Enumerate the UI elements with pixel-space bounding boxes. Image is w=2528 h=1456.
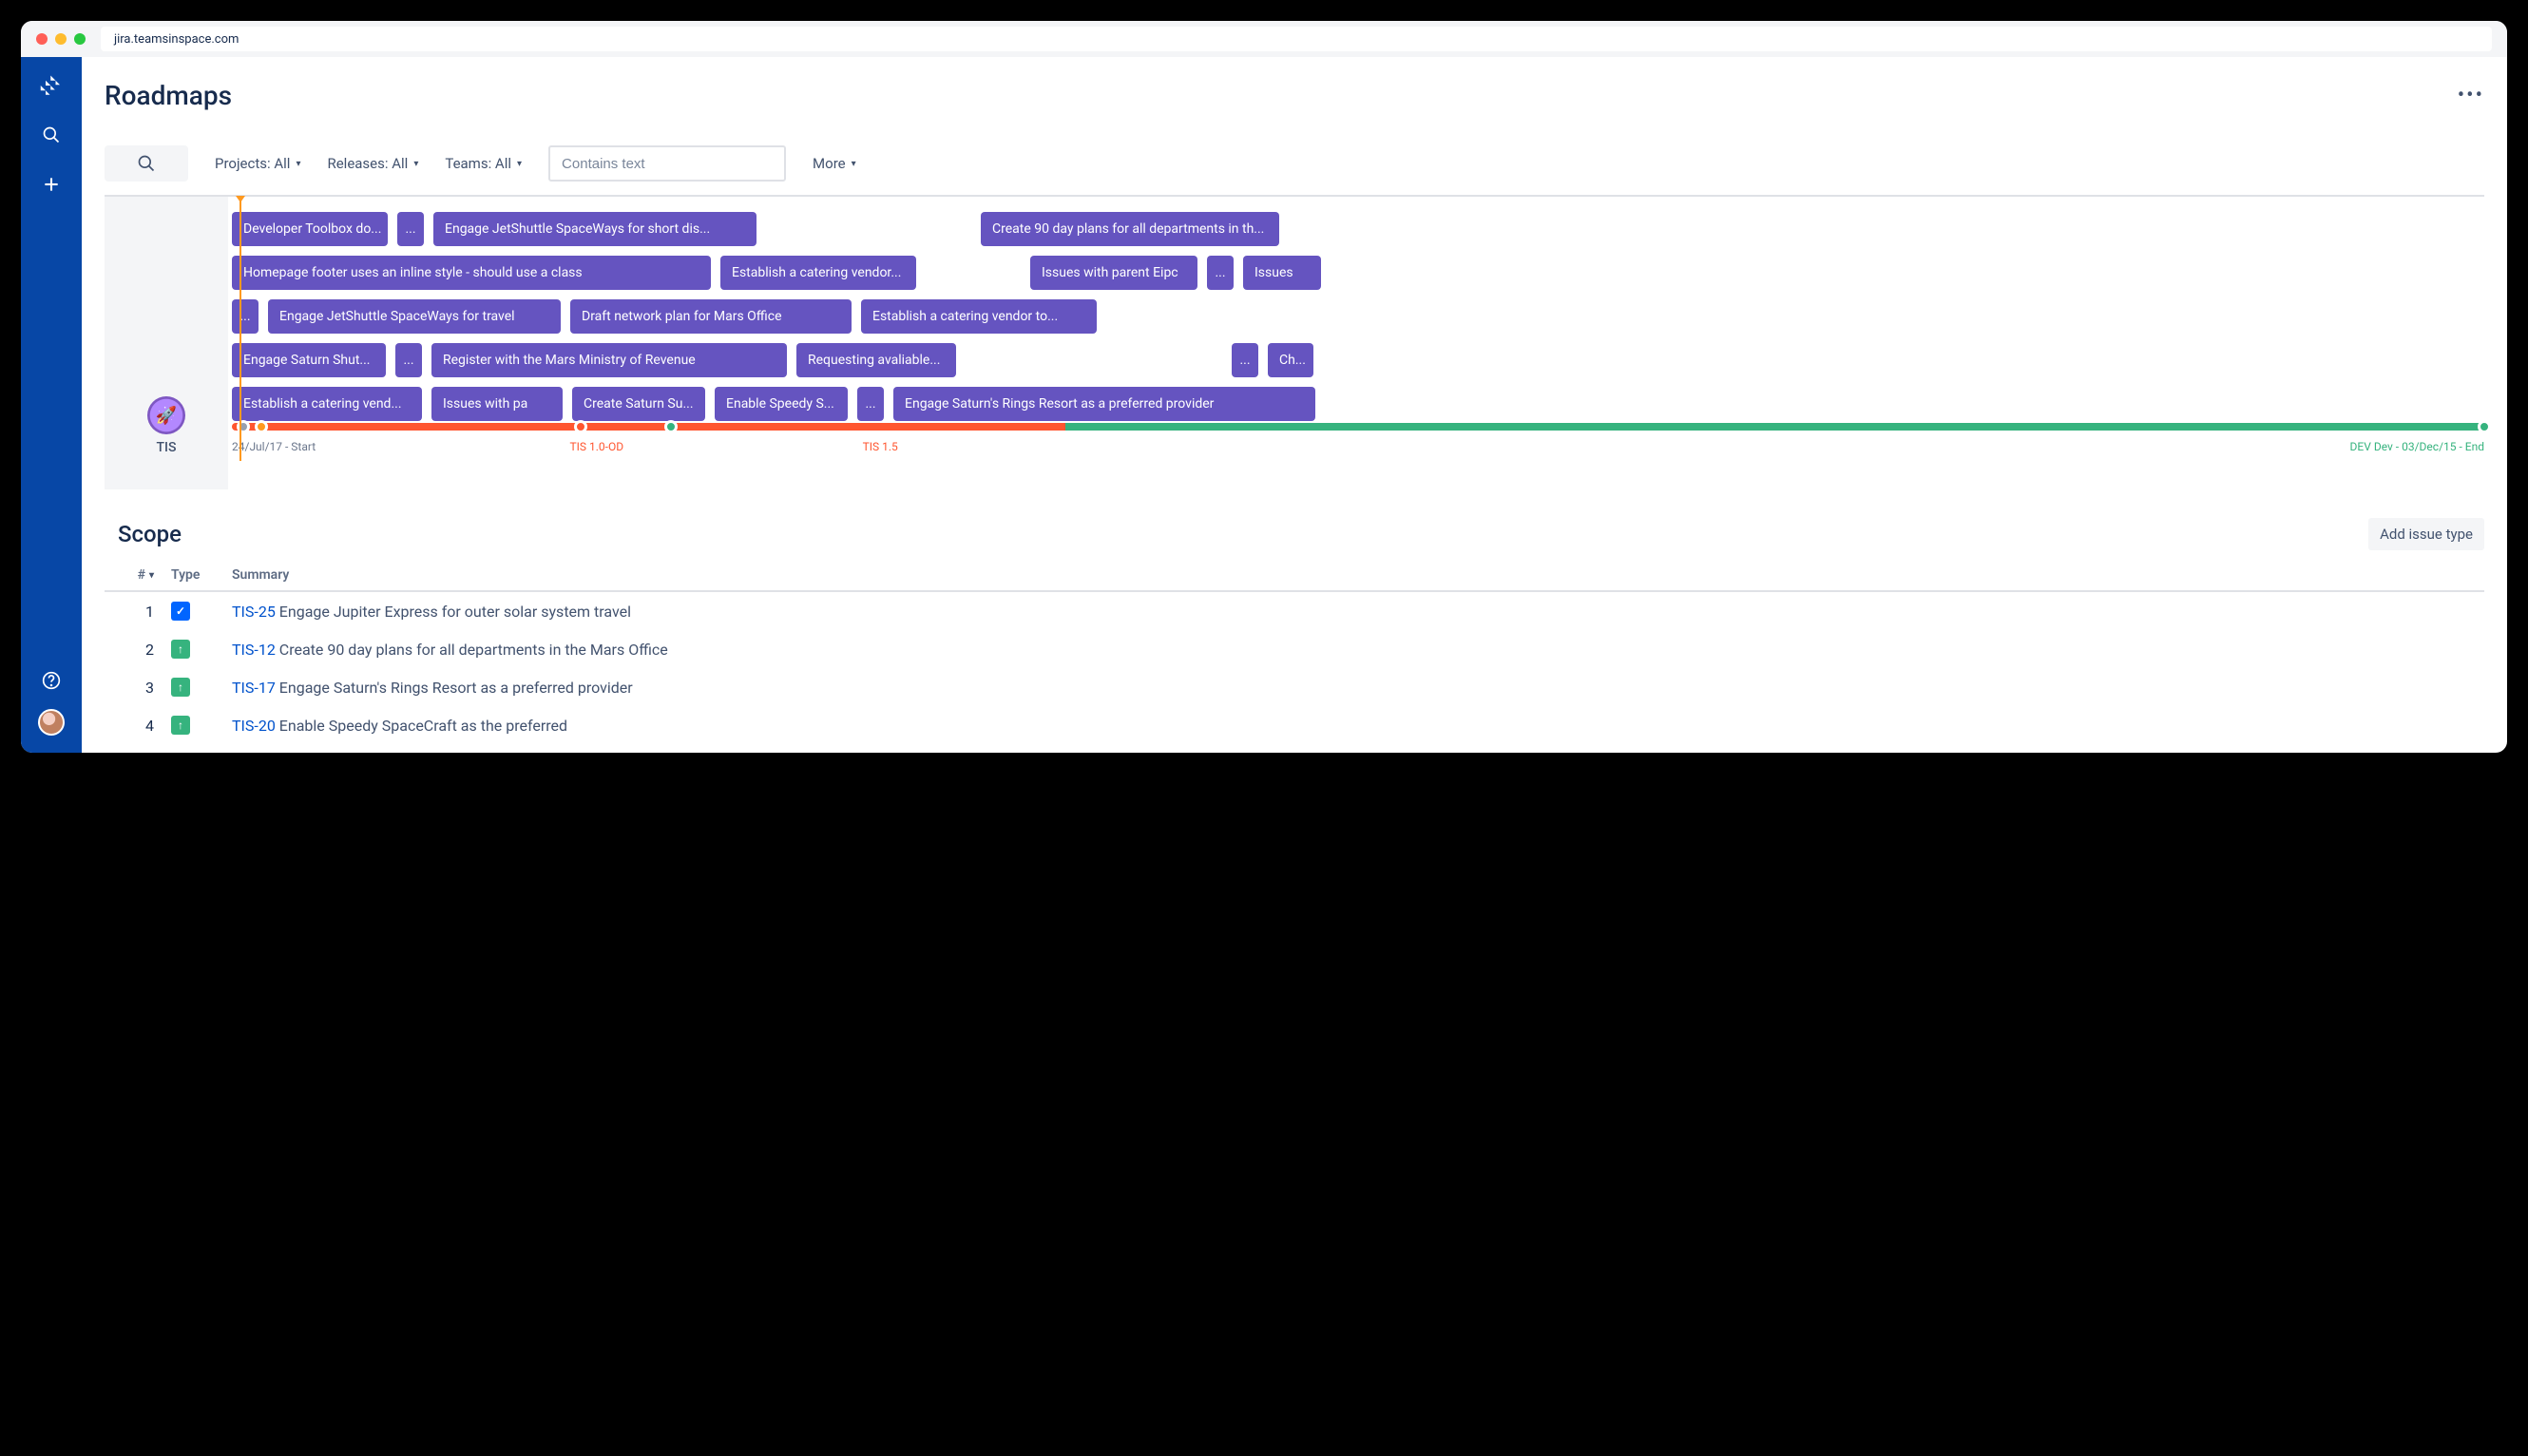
- roadmap-item[interactable]: Enable Speedy S...: [715, 387, 848, 421]
- scope-row[interactable]: 2↑ TIS-12 Create 90 day plans for all dep…: [105, 630, 2484, 668]
- window-zoom-icon[interactable]: [74, 33, 86, 45]
- chevron-down-icon: ▾: [852, 159, 856, 169]
- chevron-down-icon: ▾: [517, 159, 522, 169]
- roadmap-item[interactable]: Engage Saturn Shut...: [232, 343, 386, 377]
- team-avatar-icon[interactable]: 🚀: [147, 396, 185, 434]
- improvement-type-icon: ↑: [171, 678, 190, 697]
- roadmap-item[interactable]: ...: [397, 212, 424, 246]
- issue-summary: Engage Saturn's Rings Resort as a prefer…: [279, 679, 633, 697]
- browser-chrome: jira.teamsinspace.com: [21, 21, 2507, 57]
- url-bar[interactable]: jira.teamsinspace.com: [101, 27, 2492, 51]
- row-number: 3: [105, 679, 171, 697]
- column-summary[interactable]: Summary: [232, 567, 2484, 583]
- timeline-marker[interactable]: [255, 420, 268, 433]
- add-issue-type-button[interactable]: Add issue type: [2368, 518, 2484, 550]
- help-icon[interactable]: [40, 669, 63, 692]
- roadmap-item[interactable]: Issues: [1243, 256, 1321, 290]
- filter-teams[interactable]: Teams: All ▾: [445, 155, 522, 172]
- scope-row[interactable]: 5↑TIS-15 Engage Saturn Shuttle Lines for…: [105, 744, 2484, 753]
- roadmap-item[interactable]: Establish a catering vendor...: [720, 256, 916, 290]
- jira-logo-icon[interactable]: [40, 74, 63, 97]
- column-number[interactable]: # ▾: [105, 567, 171, 583]
- roadmap-item[interactable]: Engage Saturn's Rings Resort as a prefer…: [893, 387, 1315, 421]
- column-type[interactable]: Type: [171, 567, 232, 583]
- roadmap-item[interactable]: Ch...: [1268, 343, 1313, 377]
- roadmap-grid: Developer Toolbox do...... Engage JetShut…: [228, 197, 2484, 489]
- row-number: 2: [105, 641, 171, 659]
- today-indicator: [239, 197, 241, 461]
- timeline-label: DEV Dev - 03/Dec/15 - End: [2350, 440, 2484, 453]
- window-close-icon[interactable]: [36, 33, 48, 45]
- filter-search-button[interactable]: [105, 145, 188, 182]
- filter-bar: Projects: All ▾ Releases: All ▾ Teams: A…: [105, 145, 2484, 197]
- scope-row[interactable]: 3↑ TIS-17 Engage Saturn's Rings Resort as…: [105, 668, 2484, 706]
- url-text: jira.teamsinspace.com: [114, 32, 239, 47]
- timeline-bar[interactable]: [232, 423, 2484, 431]
- task-type-icon: ✓: [171, 602, 190, 621]
- window-minimize-icon[interactable]: [55, 33, 67, 45]
- chevron-down-icon: ▾: [296, 159, 300, 169]
- create-icon[interactable]: [40, 173, 63, 196]
- filter-projects[interactable]: Projects: All ▾: [215, 155, 300, 172]
- scope-row[interactable]: 1✓ TIS-25 Engage Jupiter Express for oute…: [105, 592, 2484, 630]
- timeline-marker[interactable]: [2478, 420, 2491, 433]
- issue-key-link[interactable]: TIS-12: [232, 641, 279, 659]
- issue-key-link[interactable]: TIS-25: [232, 603, 279, 621]
- roadmap-item[interactable]: Requesting avaliable...: [796, 343, 956, 377]
- roadmap-item[interactable]: Developer Toolbox do...: [232, 212, 388, 246]
- roadmap-item[interactable]: Issues with pa: [431, 387, 563, 421]
- search-icon[interactable]: [40, 124, 63, 146]
- chevron-down-icon: ▾: [413, 159, 418, 169]
- scope-title: Scope: [118, 521, 182, 547]
- roadmap-item[interactable]: Establish a catering vendor to...: [861, 299, 1097, 334]
- roadmap-item[interactable]: Engage JetShuttle SpaceWays for travel: [268, 299, 561, 334]
- roadmap-item[interactable]: Issues with parent Eipc: [1030, 256, 1197, 290]
- page-more-menu[interactable]: •••: [2458, 84, 2484, 107]
- roadmap-item[interactable]: ...: [395, 343, 422, 377]
- roadmap-item[interactable]: Draft network plan for Mars Office: [570, 299, 852, 334]
- roadmap-item[interactable]: Engage JetShuttle SpaceWays for short di…: [433, 212, 756, 246]
- roadmap-item[interactable]: Homepage footer uses an inline style - s…: [232, 256, 711, 290]
- roadmap-item[interactable]: ...: [1207, 256, 1234, 290]
- row-number: 1: [105, 603, 171, 621]
- roadmap-item[interactable]: ...: [857, 387, 884, 421]
- chevron-down-icon: ▾: [149, 570, 154, 581]
- improvement-type-icon: ↑: [171, 640, 190, 659]
- issue-summary: Enable Speedy SpaceCraft as the preferre…: [279, 717, 567, 735]
- row-number: 4: [105, 717, 171, 735]
- timeline-label: TIS 1.0-OD: [570, 440, 624, 453]
- roadmap-item[interactable]: ...: [1232, 343, 1258, 377]
- filter-more[interactable]: More ▾: [813, 155, 856, 172]
- timeline-label: 24/Jul/17 - Start: [232, 440, 316, 453]
- roadmap-item[interactable]: Register with the Mars Ministry of Reven…: [431, 343, 787, 377]
- team-name: TIS: [157, 440, 177, 455]
- issue-key-link[interactable]: TIS-17: [232, 679, 279, 697]
- issue-summary: Engage Jupiter Express for outer solar s…: [279, 603, 631, 621]
- issue-key-link[interactable]: TIS-20: [232, 717, 279, 735]
- timeline-marker[interactable]: [237, 420, 250, 433]
- timeline-marker[interactable]: [574, 420, 587, 433]
- roadmap-item[interactable]: Establish a catering vend...: [232, 387, 422, 421]
- timeline-marker[interactable]: [664, 420, 678, 433]
- roadmap-item[interactable]: Create 90 day plans for all departments …: [981, 212, 1279, 246]
- global-sidebar: [21, 57, 82, 753]
- filter-text-input[interactable]: [548, 145, 786, 182]
- timeline-label: TIS 1.5: [863, 440, 898, 453]
- roadmap-item[interactable]: ...: [232, 299, 259, 334]
- page-title: Roadmaps: [105, 80, 232, 111]
- scope-table-header: # ▾ Type Summary: [105, 560, 2484, 592]
- improvement-type-icon: ↑: [171, 716, 190, 735]
- issue-summary: Create 90 day plans for all departments …: [279, 641, 668, 659]
- roadmap-item[interactable]: Create Saturn Su...: [572, 387, 705, 421]
- scope-row[interactable]: 4↑ TIS-20 Enable Speedy SpaceCraft as the…: [105, 706, 2484, 744]
- lane-label: 🚀 TIS: [105, 197, 228, 489]
- filter-releases[interactable]: Releases: All ▾: [327, 155, 418, 172]
- profile-avatar[interactable]: [38, 709, 65, 736]
